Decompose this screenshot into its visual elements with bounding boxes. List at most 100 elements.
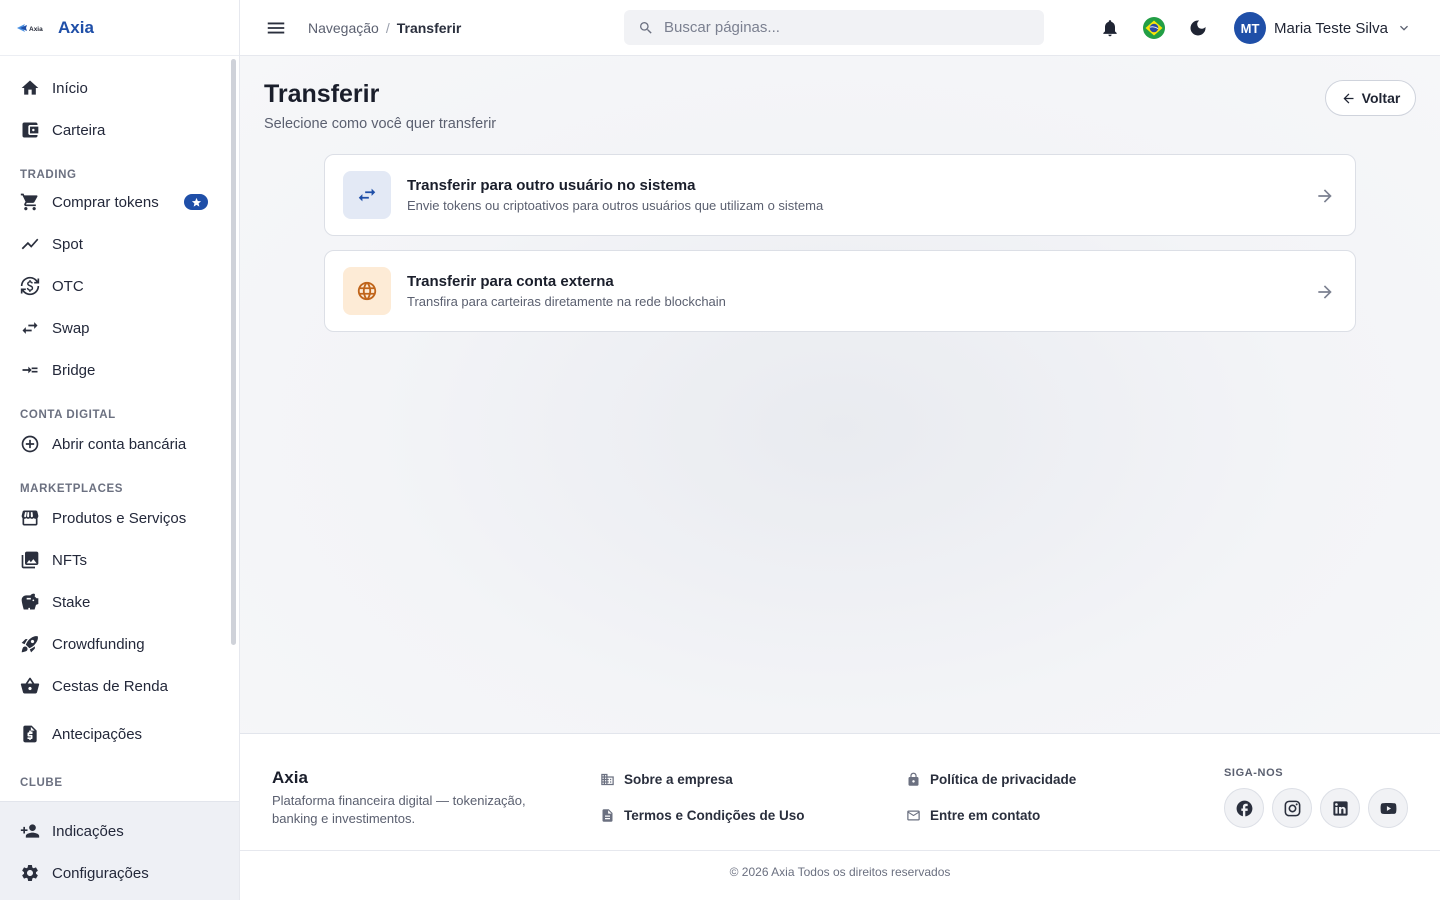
sidebar-item-spot[interactable]: Spot: [0, 223, 228, 265]
search-box[interactable]: [624, 10, 1044, 45]
footer-link-contato[interactable]: Entre em contato: [906, 808, 1040, 823]
sidebar-item-crowdfunding[interactable]: Crowdfunding: [0, 623, 228, 665]
mail-icon: [907, 810, 920, 821]
top-header: Navegação / Transferir MT Maria Teste Si…: [240, 0, 1440, 56]
sidebar-item-abrir-conta[interactable]: Abrir conta bancária: [0, 423, 228, 465]
option-title: Transferir para outro usuário no sistema: [407, 177, 696, 194]
linkedin-button[interactable]: [1320, 788, 1360, 828]
search-icon: [640, 21, 652, 34]
language-button[interactable]: [1140, 14, 1168, 42]
transfer-internal-option[interactable]: Transferir para outro usuário no sistema…: [324, 154, 1356, 236]
sidebar-item-label: Comprar tokens: [52, 193, 159, 211]
sidebar-item-nfts[interactable]: NFTs: [0, 539, 228, 581]
sidebar-item-configuracoes[interactable]: Configurações: [0, 852, 239, 894]
footer-link-label: Política de privacidade: [930, 772, 1077, 787]
sidebar-bottom: Indicações Configurações: [0, 801, 239, 900]
back-button-label: Voltar: [1361, 90, 1401, 106]
person-add-icon: [20, 821, 40, 841]
sidebar-item-stake[interactable]: Stake: [0, 581, 228, 623]
store-icon: [20, 508, 40, 528]
trending-icon: [20, 234, 40, 254]
arrow-right-icon: [1315, 282, 1335, 302]
arrow-left-icon: [1343, 93, 1354, 103]
footer-link-label: Termos e Condições de Uso: [624, 808, 805, 823]
youtube-button[interactable]: [1368, 788, 1408, 828]
footer-link-sobre[interactable]: Sobre a empresa: [600, 772, 733, 787]
section-title-marketplaces: MARKETPLACES: [20, 483, 124, 495]
gear-icon: [20, 863, 40, 883]
sidebar-item-produtos[interactable]: Produtos e Serviços: [0, 497, 228, 539]
user-name: Maria Teste Silva: [1274, 19, 1388, 37]
sidebar-item-label: Swap: [52, 319, 90, 337]
transfer-external-icon-box: [343, 267, 391, 315]
bell-icon: [1103, 20, 1117, 37]
sidebar-item-swap[interactable]: Swap: [0, 307, 228, 349]
instagram-button[interactable]: [1272, 788, 1312, 828]
footer-tagline: Plataforma financeira digital — tokeniza…: [272, 793, 526, 826]
sidebar-item-comprar-tokens[interactable]: Comprar tokens: [0, 181, 228, 223]
home-icon: [20, 78, 40, 98]
document-icon: [602, 809, 613, 822]
sidebar: Axia Axia Início Carteira TRADING Compra…: [0, 0, 240, 900]
sidebar-item-cestas[interactable]: Cestas de Renda: [0, 665, 228, 707]
star-badge: [184, 194, 208, 210]
option-description: Transfira para carteiras diretamente na …: [407, 294, 726, 309]
sidebar-item-label: Abrir conta bancária: [52, 435, 187, 453]
swap-icon: [20, 318, 40, 338]
section-title-trading: TRADING: [20, 169, 77, 181]
footer-link-termos[interactable]: Termos e Condições de Uso: [600, 808, 805, 823]
invoice-icon: [20, 724, 40, 744]
footer-divider: [240, 850, 1440, 851]
theme-toggle-button[interactable]: [1184, 14, 1212, 42]
sidebar-item-inicio[interactable]: Início: [0, 67, 228, 109]
arrow-right-icon: [1315, 186, 1335, 206]
sidebar-item-otc[interactable]: OTC: [0, 265, 228, 307]
option-title: Transferir para conta externa: [407, 273, 614, 290]
star-icon: [191, 197, 201, 207]
sidebar-item-carteira[interactable]: Carteira: [0, 109, 228, 151]
facebook-button[interactable]: [1224, 788, 1264, 828]
transfer-internal-icon-box: [343, 171, 391, 219]
transfer-external-option[interactable]: Transferir para conta externa Transfira …: [324, 250, 1356, 332]
currency-exchange-icon: [20, 276, 40, 296]
building-icon: [601, 773, 614, 786]
search-input[interactable]: [664, 19, 1024, 36]
rocket-icon: [20, 634, 40, 654]
sidebar-item-indicacoes[interactable]: Indicações: [0, 810, 239, 852]
breadcrumb-current: Transferir: [396, 19, 462, 36]
sidebar-item-label: Configurações: [52, 864, 149, 882]
page-subtitle: Selecione como você quer transferir: [264, 116, 497, 132]
sidebar-item-label: OTC: [52, 277, 84, 295]
sidebar-item-antecipacoes[interactable]: Antecipações: [0, 713, 228, 755]
menu-toggle-button[interactable]: [264, 16, 288, 40]
youtube-icon: [1380, 802, 1396, 814]
sidebar-item-label: Crowdfunding: [52, 635, 145, 653]
sidebar-item-label: Antecipações: [52, 725, 143, 743]
chevron-down-icon: [1399, 25, 1408, 31]
footer-link-label: Entre em contato: [930, 808, 1041, 823]
breadcrumb-root[interactable]: Navegação: [308, 20, 379, 36]
section-title-clube: CLUBE: [20, 777, 63, 789]
linkedin-icon: [1332, 800, 1348, 816]
moon-icon: [1190, 20, 1206, 36]
user-menu[interactable]: MT Maria Teste Silva: [1234, 12, 1412, 44]
sidebar-item-label: Spot: [52, 235, 83, 253]
notifications-button[interactable]: [1096, 14, 1124, 42]
page-title: Transferir: [264, 80, 380, 108]
add-circle-icon: [20, 434, 40, 454]
sidebar-item-label: Stake: [52, 593, 91, 611]
main-content: Transferir Selecione como você quer tran…: [240, 56, 1440, 733]
back-button[interactable]: Voltar: [1325, 80, 1416, 116]
brand[interactable]: Axia Axia: [0, 0, 239, 56]
footer-link-privacidade[interactable]: Política de privacidade: [906, 772, 1076, 787]
avatar: MT: [1234, 12, 1266, 44]
instagram-icon: [1284, 800, 1300, 816]
option-description: Envie tokens ou criptoativos para outros…: [407, 198, 824, 213]
sidebar-item-bridge[interactable]: Bridge: [0, 349, 228, 391]
sidebar-item-label: Produtos e Serviços: [52, 509, 187, 527]
wallet-icon: [20, 120, 40, 140]
footer-link-label: Sobre a empresa: [624, 772, 733, 787]
image-collection-icon: [20, 550, 40, 570]
sidebar-nav[interactable]: Início Carteira TRADING Comprar tokens S…: [0, 57, 228, 801]
sidebar-scrollbar[interactable]: [231, 59, 236, 645]
